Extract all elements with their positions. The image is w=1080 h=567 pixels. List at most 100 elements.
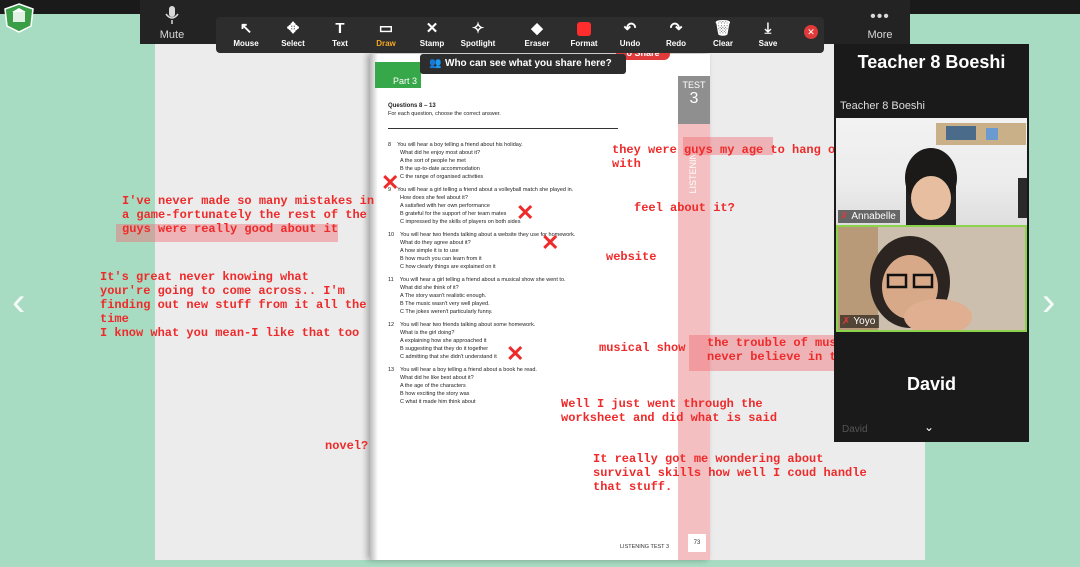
question-text: You will hear a girl telling a friend ab… [399, 277, 566, 283]
close-annotation-icon[interactable]: ✕ [804, 25, 818, 39]
cross-mark-icon: ✕ [381, 170, 400, 195]
mute-button[interactable]: Mute [152, 0, 192, 44]
participant-video [905, 123, 1027, 225]
tool-text-button[interactable]: T Text [318, 19, 362, 51]
tool-eraser-button[interactable]: ◆ Eraser [515, 19, 559, 51]
annotation-toolbar: ↖ Mouse ✥ Select T Text ▭ Draw ✕ Stamp ✧ Spotlight ◆… [216, 17, 824, 53]
zoom-screen: Mute ••• More Part 3 TEST 3 LISTENING Qu… [0, 0, 1080, 567]
question-stem: 10 You will hear two friends talking abou… [388, 231, 678, 239]
annotation-novel: novel? [325, 439, 369, 453]
tool-mouse-button[interactable]: ↖ Mouse [224, 19, 268, 51]
tool-stamp-button[interactable]: ✕ Stamp [410, 19, 454, 51]
more-button[interactable]: ••• More [860, 0, 900, 44]
tool-redo-button[interactable]: ↷ Redo [654, 19, 698, 51]
video-tile-yoyo[interactable]: ✗ Yoyo [836, 225, 1027, 332]
question-text: You will hear two friends talking about … [400, 322, 536, 328]
question-item: 11 You will hear a girl telling a friend … [388, 276, 678, 316]
page-footer: LISTENING TEST 3 [620, 544, 670, 550]
question-stem: 11 You will hear a girl telling a friend … [388, 276, 678, 284]
participant-name-david: David [906, 374, 957, 394]
question-text: You will hear a girl telling a friend ab… [397, 187, 574, 193]
participant-small-label: David [842, 424, 868, 435]
cross-mark-icon: ✕ [516, 200, 535, 225]
annotation-right-6: Well I just went through the worksheet a… [561, 397, 778, 425]
answer-option: C The jokes weren't particularly funny. [400, 309, 493, 315]
annotation-right-2: feel about it? [634, 201, 735, 215]
cross-mark-icon: ✕ [506, 341, 525, 366]
stamp-icon: ✕ [425, 20, 439, 37]
annotation-left-2: It's great never knowing what your're go… [100, 270, 367, 340]
share-visibility-banner[interactable]: 👥 Who can see what you share here? [420, 54, 626, 74]
question-prompt: What did he like best about it? [400, 375, 474, 381]
answer-option: B The music wasn't very well played. [400, 301, 490, 307]
annotation-left-1: I've never made so many mistakes in a ga… [122, 194, 375, 236]
tool-label: Draw [376, 39, 396, 48]
active-speaker-label: Teacher 8 Boeshi [840, 100, 925, 112]
page-number: 73 [688, 534, 706, 552]
format-color-swatch [577, 22, 591, 36]
next-page-arrow-icon[interactable]: › [1042, 282, 1055, 322]
tool-label: Eraser [524, 39, 550, 48]
answer-option: A The story wasn't realistic enough. [400, 293, 487, 299]
undo-icon: ↶ [623, 20, 637, 37]
tool-undo-button[interactable]: ↶ Undo [608, 19, 652, 51]
text-icon: T [335, 20, 345, 37]
annotation-right-5: the trouble of musi never believe in the [707, 336, 851, 364]
select-move-icon: ✥ [286, 20, 300, 37]
tool-label: Select [281, 39, 305, 48]
annotation-right-3: website [606, 250, 657, 264]
microphone-icon [165, 6, 179, 24]
test-label: TEST [682, 80, 706, 90]
more-dots-icon: ••• [870, 8, 890, 25]
test-number: 3 [689, 90, 699, 107]
part-tab: Part 3 [375, 62, 421, 88]
test-badge: TEST 3 [678, 76, 710, 124]
question-prompt: What do they agree about it? [400, 240, 471, 246]
people-icon: 👥 [429, 58, 442, 69]
annotation-right-1: they were guys my age to hang o with [612, 143, 836, 171]
tool-format-button[interactable]: Format [562, 19, 606, 51]
active-speaker-title: Teacher 8 Boeshi [857, 52, 1006, 72]
tool-label: Text [332, 39, 348, 48]
draw-icon: ▭ [378, 20, 394, 37]
question-prompt: What is the girl doing? [400, 330, 455, 336]
question-number: 8 [388, 142, 392, 148]
question-text: You will hear a boy telling a friend abo… [400, 367, 537, 373]
tool-spotlight-button[interactable]: ✧ Spotlight [456, 19, 500, 51]
participants-panel: Teacher 8 Boeshi Teacher 8 Boeshi ✗ Annab… [834, 44, 1029, 442]
tool-label: Undo [619, 39, 641, 48]
format-icon [562, 19, 606, 39]
tool-select-button[interactable]: ✥ Select [271, 19, 315, 51]
tool-label: Redo [666, 39, 686, 48]
participant-name-tag: ✗ Annabelle [838, 210, 900, 223]
mouse-pointer-icon: ↖ [239, 20, 253, 37]
video-tile-annabelle[interactable]: ✗ Annabelle [836, 118, 1027, 225]
chevron-down-icon[interactable]: ⌄ [924, 420, 934, 434]
previous-page-arrow-icon[interactable]: ‹ [12, 282, 25, 322]
annotation-right-7: It really got me wondering about surviva… [593, 452, 867, 494]
question-stem: 13 You will hear a boy telling a friend a… [388, 366, 678, 374]
participant-name: Yoyo [853, 316, 876, 327]
tool-draw-button[interactable]: ▭ Draw [364, 19, 408, 51]
trash-icon: 🗑 [713, 20, 733, 37]
tool-label: Save [758, 39, 778, 48]
answer-option: A the age of the characters [400, 383, 466, 389]
tool-label: Clear [712, 39, 733, 48]
answer-option: C the range of organised activities [400, 174, 484, 180]
questions-heading: Questions 8 – 13 [388, 103, 436, 109]
participant-name: Annabelle [851, 211, 896, 222]
mute-label: Mute [159, 29, 185, 41]
tool-save-button[interactable]: ⤓ Save [746, 19, 790, 51]
tool-label: Stamp [419, 39, 445, 48]
redo-icon: ↷ [669, 20, 683, 37]
question-number: 11 [388, 277, 394, 283]
save-icon: ⤓ [764, 20, 772, 37]
question-stem: 9 You will hear a girl telling a friend a… [388, 186, 678, 194]
question-prompt: What did she think of it? [400, 285, 459, 291]
tool-clear-button[interactable]: 🗑 Clear [701, 19, 745, 51]
muted-mic-icon: ✗ [842, 316, 851, 327]
muted-mic-icon: ✗ [840, 211, 849, 222]
cross-mark-icon: ✕ [541, 230, 560, 255]
question-number: 12 [388, 322, 395, 328]
question-stem: 12 You will hear two friends talking abou… [388, 321, 678, 329]
